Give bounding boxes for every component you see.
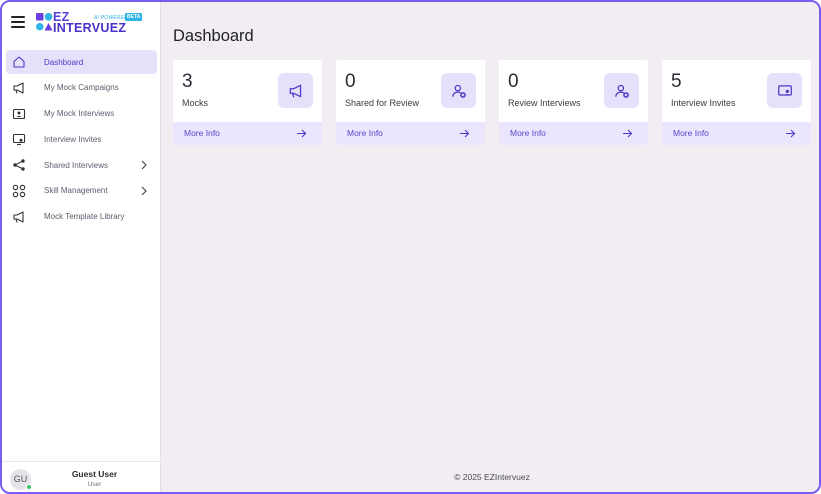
more-info-link[interactable]: More Info (499, 122, 648, 145)
arrow-right-icon (460, 129, 470, 138)
more-info-link[interactable]: More Info (662, 122, 811, 145)
card-count: 3 (182, 71, 193, 92)
sidebar-item-label: My Mock Interviews (44, 109, 115, 119)
card-icon-box (604, 73, 639, 108)
invite-screen-icon (12, 134, 26, 146)
user-role: User (87, 481, 102, 488)
more-info-label: More Info (347, 128, 383, 138)
home-icon (13, 56, 25, 68)
stat-card-review-interviews: 0 Review Interviews More Info (499, 60, 648, 145)
logo-shapes-icon (36, 13, 53, 31)
stat-card-shared-for-review: 0 Shared for Review More Info (336, 60, 485, 145)
online-status-icon (26, 484, 32, 490)
more-info-label: More Info (184, 128, 220, 138)
card-icon-box (767, 73, 802, 108)
card-label: Interview Invites (671, 98, 736, 108)
more-info-label: More Info (510, 128, 546, 138)
arrow-right-icon (786, 129, 796, 138)
card-label: Review Interviews (508, 98, 581, 108)
sidebar-item-label: Mock Template Library (44, 212, 125, 222)
user-review-icon (614, 84, 629, 98)
sidebar-item-dashboard[interactable]: Dashboard (6, 50, 157, 74)
stat-card-interview-invites: 5 Interview Invites More Info (662, 60, 811, 145)
sidebar-item-label: Shared Interviews (44, 160, 109, 170)
sidebar: EZ INTERVUEZ AI POWERED BETA Dashboard M… (2, 2, 161, 492)
invite-screen-icon (777, 84, 792, 96)
megaphone-icon (289, 84, 301, 97)
sidebar-item-label: Dashboard (44, 57, 84, 67)
share-icon (13, 159, 25, 171)
user-share-icon (451, 84, 466, 98)
sidebar-header: EZ INTERVUEZ AI POWERED BETA (2, 2, 161, 46)
card-count: 5 (671, 71, 682, 92)
stat-card-mocks: 3 Mocks More Info (173, 60, 322, 145)
card-count: 0 (508, 71, 519, 92)
page-title: Dashboard (173, 27, 254, 45)
sidebar-item-my-mock-interviews[interactable]: My Mock Interviews (6, 102, 157, 126)
brand-logo[interactable]: EZ INTERVUEZ AI POWERED BETA (36, 11, 146, 36)
more-info-link[interactable]: More Info (336, 122, 485, 145)
more-info-link[interactable]: More Info (173, 122, 322, 145)
app-window: EZ INTERVUEZ AI POWERED BETA Dashboard M… (0, 0, 821, 494)
sidebar-item-skill-management[interactable]: Skill Management (6, 179, 157, 203)
megaphone-icon (13, 211, 24, 223)
card-label: Shared for Review (345, 98, 420, 108)
sidebar-item-interview-invites[interactable]: Interview Invites (6, 127, 157, 151)
chevron-right-icon[interactable] (140, 160, 148, 170)
sidebar-item-my-mock-campaigns[interactable]: My Mock Campaigns (6, 76, 157, 100)
card-label: Mocks (182, 98, 209, 108)
ai-powered-tag: AI POWERED (94, 15, 128, 21)
arrow-right-icon (297, 129, 307, 138)
menu-toggle-icon[interactable] (11, 16, 25, 28)
chevron-right-icon[interactable] (140, 186, 148, 196)
sidebar-item-mock-template-library[interactable]: Mock Template Library (6, 205, 157, 229)
sidebar-item-label: Interview Invites (44, 134, 102, 144)
beta-badge: BETA (125, 13, 143, 21)
card-icon-box (441, 73, 476, 108)
sidebar-nav: Dashboard My Mock Campaigns My Mock Inte… (2, 50, 161, 231)
user-profile[interactable]: GU Guest User User (2, 461, 161, 492)
grid-circles-icon (12, 184, 26, 198)
card-count: 0 (345, 71, 356, 92)
more-info-label: More Info (673, 128, 709, 138)
interview-card-icon (12, 108, 26, 119)
megaphone-icon (13, 82, 24, 94)
footer-copyright: © 2025 EZIntervuez (454, 472, 530, 482)
sidebar-item-label: Skill Management (44, 186, 108, 196)
arrow-right-icon (623, 129, 633, 138)
sidebar-item-shared-interviews[interactable]: Shared Interviews (6, 153, 157, 177)
card-icon-box (278, 73, 313, 108)
sidebar-item-label: My Mock Campaigns (44, 83, 119, 93)
user-name: Guest User (71, 469, 118, 479)
